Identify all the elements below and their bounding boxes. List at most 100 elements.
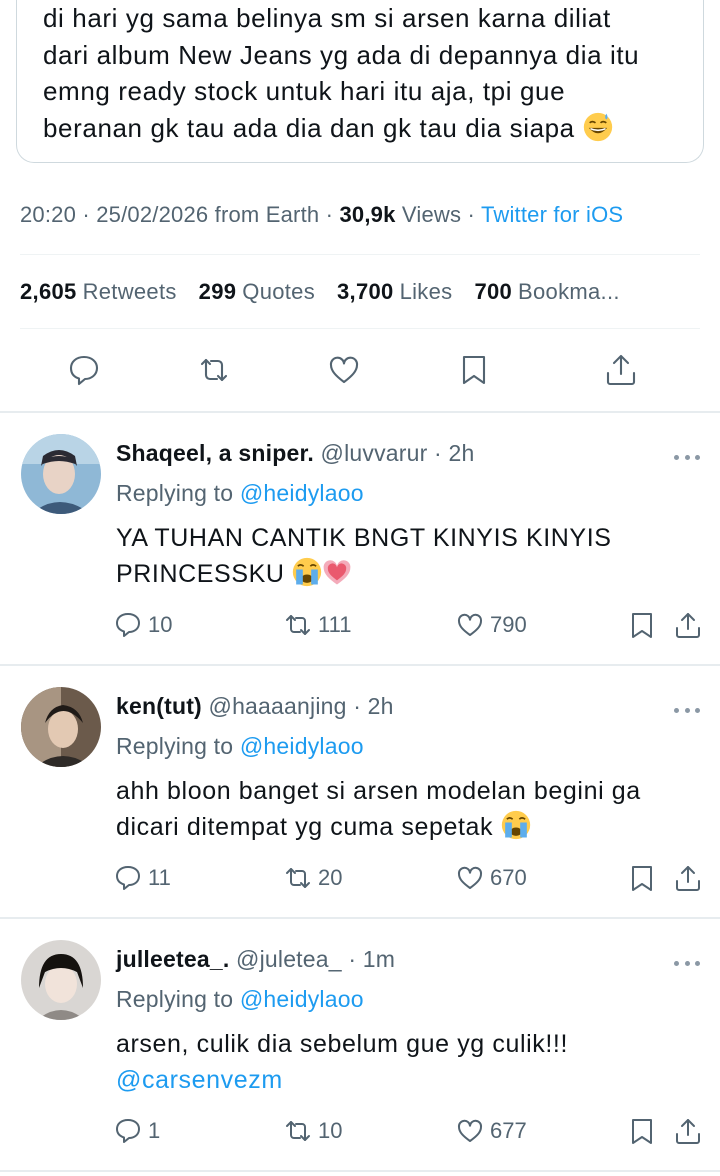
share-button[interactable] [674,1114,702,1148]
retweet-count: 10 [318,1118,343,1143]
retweet-count: 111 [318,612,352,637]
loudly-crying-emoji [292,557,322,587]
bookmark-icon [632,866,652,891]
like-button[interactable]: 670 [456,861,527,895]
like-button[interactable] [324,350,364,390]
like-icon [457,866,483,889]
replying-to-link[interactable]: @heidylaoo [240,480,364,506]
tweet-body-card: di hari yg sama belinya sm si arsen karn… [16,0,704,163]
more-options-icon[interactable] [674,705,700,715]
divider [20,254,700,255]
bookmark-button[interactable] [628,1114,656,1148]
sweat-smile-emoji [583,112,612,141]
divider [20,328,700,329]
mention-link[interactable]: @carsenvezm [116,1066,283,1094]
author-name[interactable]: Shaqeel, a sniper. [116,440,314,466]
like-icon [329,356,359,384]
views-count: 30,9k [339,202,396,227]
bookmark-icon [462,355,486,385]
quotes-stat[interactable]: 299 Quotes [199,279,315,305]
likes-stat[interactable]: 3,700 Likes [337,279,452,305]
like-icon [457,1119,483,1142]
avatar[interactable] [21,940,101,1020]
reply-actions: 11 20 670 [0,861,720,895]
reply-header: Shaqeel, a sniper. @luvvarur · 2h [116,440,475,467]
growing-heart-emoji [323,560,351,585]
share-button[interactable] [601,350,641,390]
reply-icon [116,866,140,890]
replying-to-link[interactable]: @heidylaoo [240,986,364,1012]
reply-button[interactable] [64,350,104,390]
retweet-count: 20 [318,865,343,890]
share-icon [676,1119,700,1144]
like-icon [457,613,483,636]
author-handle[interactable]: @haaaanjing · 2h [209,693,394,719]
share-icon [676,866,700,891]
share-icon [676,613,700,638]
retweet-button[interactable]: 10 [284,1114,342,1148]
retweets-stat[interactable]: 2,605 Retweets [20,279,177,305]
tweet-action-bar [0,350,720,394]
tweet-stats: 2,605 Retweets 299 Quotes 3,700 Likes 700 Bo… [20,279,620,305]
bookmark-icon [632,613,652,638]
like-button[interactable]: 677 [456,1114,527,1148]
bookmarks-stat[interactable]: 700 Bookma... [474,279,619,305]
reply-actions: 1 10 677 [0,1114,720,1148]
share-icon [606,354,636,386]
author-name[interactable]: ken(tut) [116,693,202,719]
bookmark-button[interactable] [454,350,494,390]
retweet-button[interactable]: 111 [284,608,351,642]
more-options-icon[interactable] [674,958,700,968]
reply-icon [116,1119,140,1143]
tweet-source-link[interactable]: Twitter for iOS [481,202,623,227]
reply-header: julleetea_. @juletea_ · 1m [116,946,395,973]
avatar[interactable] [21,687,101,767]
reply-text: ahh bloon banget si arsen modelan begini… [116,777,641,841]
reply-header: ken(tut) @haaaanjing · 2h [116,693,394,720]
reply-icon [116,613,140,637]
replying-to: Replying to @heidylaoo [116,986,364,1012]
divider [0,1170,720,1172]
reply-count: 11 [148,865,171,890]
author-name[interactable]: julleetea_. [116,946,229,972]
more-options-icon[interactable] [674,452,700,462]
tweet-meta: 20:20 · 25/02/2026 from Earth · 30,9k Vi… [20,202,624,227]
share-button[interactable] [674,861,702,895]
reply-text: arsen, culik dia sebelum gue yg culik!!!… [116,1030,568,1094]
reply-button[interactable]: 1 [114,1114,160,1148]
reply-button[interactable]: 11 [114,861,171,895]
retweet-icon [200,358,228,382]
reply-icon [69,355,99,386]
reply-item[interactable]: julleetea_. @juletea_ · 1m Replying to @… [0,918,720,1170]
reply-button[interactable]: 10 [114,608,172,642]
replying-to-link[interactable]: @heidylaoo [240,733,364,759]
retweet-button[interactable]: 20 [284,861,342,895]
reply-count: 1 [148,1118,161,1143]
replying-to: Replying to @heidylaoo [116,733,364,759]
views-label: Views [401,202,462,227]
like-button[interactable]: 790 [456,608,527,642]
author-handle[interactable]: @luvvarur · 2h [321,440,475,466]
like-count: 670 [490,865,527,890]
retweet-icon [286,868,310,888]
like-count: 790 [490,612,527,637]
reply-text: YA TUHAN CANTIK BNGT KINYIS KINYIS PRINC… [116,524,612,588]
author-handle[interactable]: @juletea_ · 1m [236,946,395,972]
share-button[interactable] [674,608,702,642]
tweet-time[interactable]: 20:20 [20,202,76,227]
bookmark-button[interactable] [628,861,656,895]
bookmark-icon [632,1119,652,1144]
retweet-icon [286,1121,310,1141]
like-count: 677 [490,1118,527,1143]
reply-actions: 10 111 790 [0,608,720,642]
replying-to: Replying to @heidylaoo [116,480,364,506]
loudly-crying-emoji [501,810,530,840]
bookmark-button[interactable] [628,608,656,642]
reply-count: 10 [148,612,173,637]
reply-item[interactable]: Shaqeel, a sniper. @luvvarur · 2h Replyi… [0,412,720,664]
retweet-icon [286,615,310,635]
avatar[interactable] [21,434,101,514]
retweet-button[interactable] [194,350,234,390]
tweet-date[interactable]: 25/02/2026 from Earth [96,202,319,227]
reply-item[interactable]: ken(tut) @haaaanjing · 2h Replying to @h… [0,665,720,917]
